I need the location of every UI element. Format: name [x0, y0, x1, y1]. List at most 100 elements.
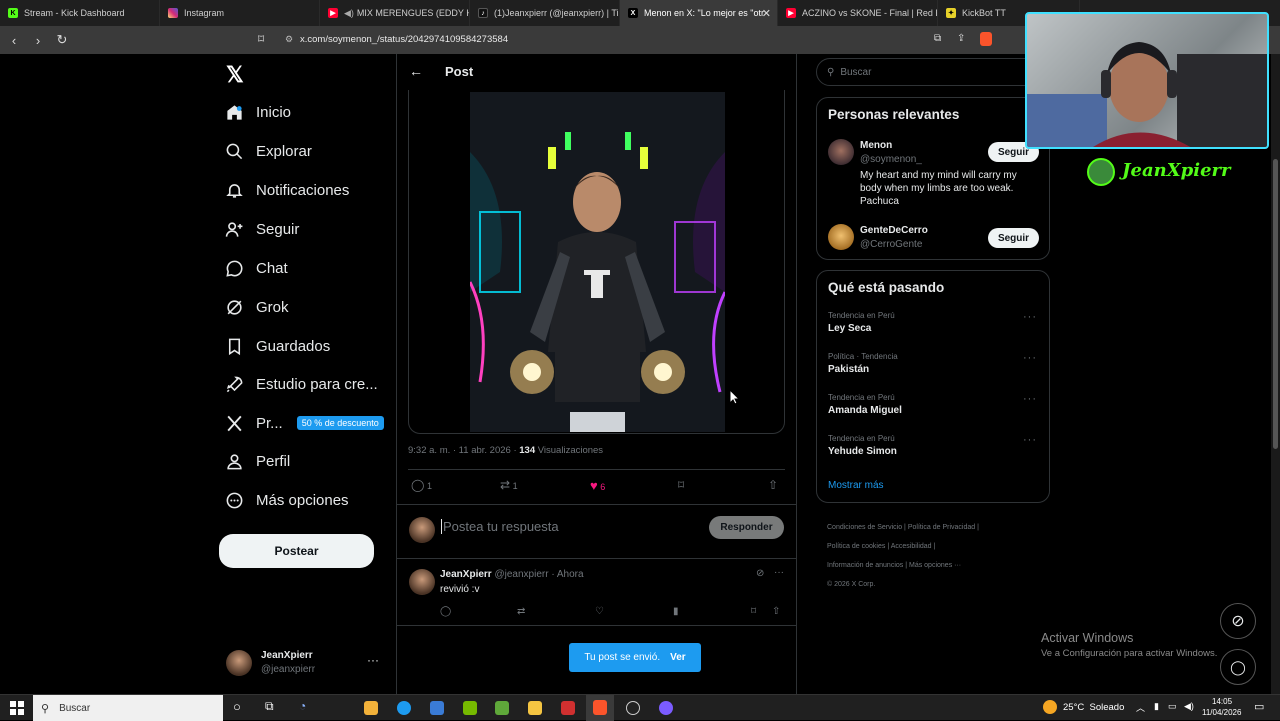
folder-icon[interactable]: [528, 701, 542, 715]
nav-premium[interactable]: Pr... 50 % de descuento: [225, 409, 384, 437]
store-icon[interactable]: [364, 701, 378, 715]
reply-icon[interactable]: ◯: [440, 606, 451, 617]
grok-fab[interactable]: ⊘: [1220, 603, 1256, 639]
trend-item[interactable]: Política · Tendencia Pakistán: [828, 352, 1038, 375]
url-field[interactable]: x.com/soymenon_/status/20429741095842735…: [300, 34, 508, 45]
tab-youtube-mix[interactable]: ▶ ◀) MIX MERENGUES (EDDY HERRE: [320, 0, 470, 26]
taskbar-active-app[interactable]: [586, 695, 614, 721]
nav-bookmarks[interactable]: Guardados: [225, 332, 330, 360]
brave-shield-icon[interactable]: [980, 32, 992, 46]
green-app-icon[interactable]: [495, 701, 509, 715]
bookmark-icon[interactable]: ⌑: [678, 478, 684, 492]
nav-follow[interactable]: Seguir: [225, 215, 299, 243]
tab-tiktok[interactable]: ♪ (1)Jeanxpierr (@jeanxpierr) | TikTok: [470, 0, 620, 26]
nav-chat[interactable]: Chat: [225, 254, 288, 282]
search-input[interactable]: Buscar: [840, 67, 871, 78]
more-icon[interactable]: ···: [1023, 311, 1037, 323]
person-name[interactable]: Menon: [860, 140, 892, 151]
more-icon[interactable]: ···: [774, 567, 784, 578]
toast-view-link[interactable]: Ver: [670, 652, 686, 663]
windows-start-icon[interactable]: [10, 701, 24, 715]
x-logo-icon[interactable]: 𝕏: [226, 62, 244, 88]
nav-home[interactable]: Inicio: [225, 98, 291, 126]
reload-icon[interactable]: ↻: [52, 30, 72, 50]
share-icon[interactable]: ⇧: [768, 478, 778, 492]
like-action[interactable]: ♥ 6: [590, 478, 605, 493]
forward-icon[interactable]: ›: [28, 30, 48, 50]
repost-icon[interactable]: ⇄: [517, 606, 525, 617]
taskbar-search[interactable]: ⚲ Buscar: [33, 695, 223, 721]
footer-link[interactable]: Política de Privacidad: [908, 524, 975, 531]
show-more-link[interactable]: Mostrar más: [828, 480, 884, 491]
heart-icon[interactable]: ♡: [595, 606, 604, 617]
nav-more-options[interactable]: Más opciones: [225, 486, 349, 514]
nav-label: Grok: [256, 298, 289, 316]
footer-link[interactable]: Accesibilidad: [891, 543, 932, 550]
mail-icon[interactable]: [430, 701, 444, 715]
cortana-icon[interactable]: ○: [233, 699, 241, 714]
tab-x-post[interactable]: X Menon en X: "Lo mejor es "otr ✕: [620, 0, 778, 26]
footer-link[interactable]: Más opciones ···: [909, 562, 961, 569]
speed-icon[interactable]: ◔: [299, 699, 306, 713]
bookmark-icon[interactable]: ⌑: [258, 32, 264, 46]
nav-creator-studio[interactable]: Estudio para cre...: [225, 370, 378, 398]
account-switcher[interactable]: JeanXpierr @jeanxpierr ···: [226, 648, 391, 684]
post-media-card[interactable]: [408, 90, 785, 434]
red-app-icon[interactable]: [561, 701, 575, 715]
share-icon[interactable]: ⇧: [772, 606, 780, 617]
task-view-icon[interactable]: ⧉: [265, 699, 274, 714]
reply-action[interactable]: ◯ 1: [411, 478, 432, 492]
messages-fab[interactable]: ◯: [1220, 649, 1256, 685]
nav-explore[interactable]: Explorar: [225, 137, 312, 165]
obs-icon[interactable]: [626, 701, 640, 715]
trend-item[interactable]: Tendencia en Perú Amanda Miguel: [828, 393, 1038, 416]
post-button[interactable]: Postear: [219, 534, 374, 568]
edge-icon[interactable]: [397, 701, 411, 715]
notifications-icon[interactable]: ▭: [1254, 700, 1264, 713]
back-arrow-icon[interactable]: ←: [409, 63, 423, 79]
person-name[interactable]: GenteDeCerro: [860, 225, 928, 236]
reply-button[interactable]: Responder: [709, 516, 784, 539]
close-tab-icon[interactable]: ✕: [762, 7, 771, 20]
repost-action[interactable]: ⇄ 1: [500, 478, 518, 492]
nvidia-icon[interactable]: [463, 701, 477, 715]
grok-icon[interactable]: ⊘: [756, 568, 764, 579]
weather-text[interactable]: 25°C Soleado: [1063, 702, 1124, 713]
footer-link[interactable]: Condiciones de Servicio: [827, 524, 902, 531]
tray-chevron-icon[interactable]: ︿: [1136, 701, 1145, 714]
clock-date[interactable]: 11/04/2026: [1202, 708, 1241, 717]
bookmark-icon[interactable]: ⌑: [751, 606, 756, 617]
tab-instagram[interactable]: Instagram: [160, 0, 320, 26]
more-icon[interactable]: ···: [1023, 352, 1037, 364]
more-icon[interactable]: ···: [1023, 434, 1037, 446]
analytics-icon[interactable]: ▮: [673, 606, 679, 617]
more-icon[interactable]: ···: [1023, 393, 1037, 405]
scrollbar-thumb[interactable]: [1273, 159, 1278, 449]
taskbar-search-input[interactable]: Buscar: [59, 703, 90, 714]
nav-profile[interactable]: Perfil: [225, 447, 290, 475]
volume-icon[interactable]: ◀): [1184, 701, 1194, 712]
search-box[interactable]: ⚲ Buscar: [816, 58, 1050, 86]
footer-link[interactable]: Información de anuncios: [827, 562, 903, 569]
trend-item[interactable]: Tendencia en Perú Ley Seca: [828, 311, 1038, 334]
clock-time[interactable]: 14:05: [1212, 697, 1232, 706]
back-icon[interactable]: ‹: [4, 30, 24, 50]
post-image[interactable]: [470, 92, 725, 432]
nav-grok[interactable]: Grok: [225, 293, 289, 321]
tab-red-bull[interactable]: ▶ ACZINO vs SKONE - Final | Red Bull: [778, 0, 938, 26]
more-icon[interactable]: ···: [367, 653, 379, 667]
discord-icon[interactable]: [659, 701, 673, 715]
share-icon[interactable]: ⇪: [957, 33, 965, 44]
open-in-app-icon[interactable]: ⧉: [934, 33, 941, 44]
microphone-icon[interactable]: ▮: [1154, 701, 1159, 712]
follow-button[interactable]: Seguir: [988, 228, 1039, 248]
network-icon[interactable]: ▭: [1168, 701, 1177, 712]
reply-input[interactable]: Postea tu respuesta: [441, 519, 559, 534]
tab-kick-dashboard[interactable]: K Stream - Kick Dashboard: [0, 0, 160, 26]
footer-link[interactable]: Política de cookies: [827, 543, 885, 550]
reply-item[interactable]: JeanXpierr @jeanxpierr · Ahora ⊘ ··· rev…: [397, 559, 796, 625]
site-settings-icon[interactable]: ⚙: [285, 34, 293, 45]
scrollbar[interactable]: [1271, 54, 1280, 694]
nav-notifications[interactable]: Notificaciones: [225, 176, 349, 204]
trend-item[interactable]: Tendencia en Perú Yehude Simon: [828, 434, 1038, 457]
